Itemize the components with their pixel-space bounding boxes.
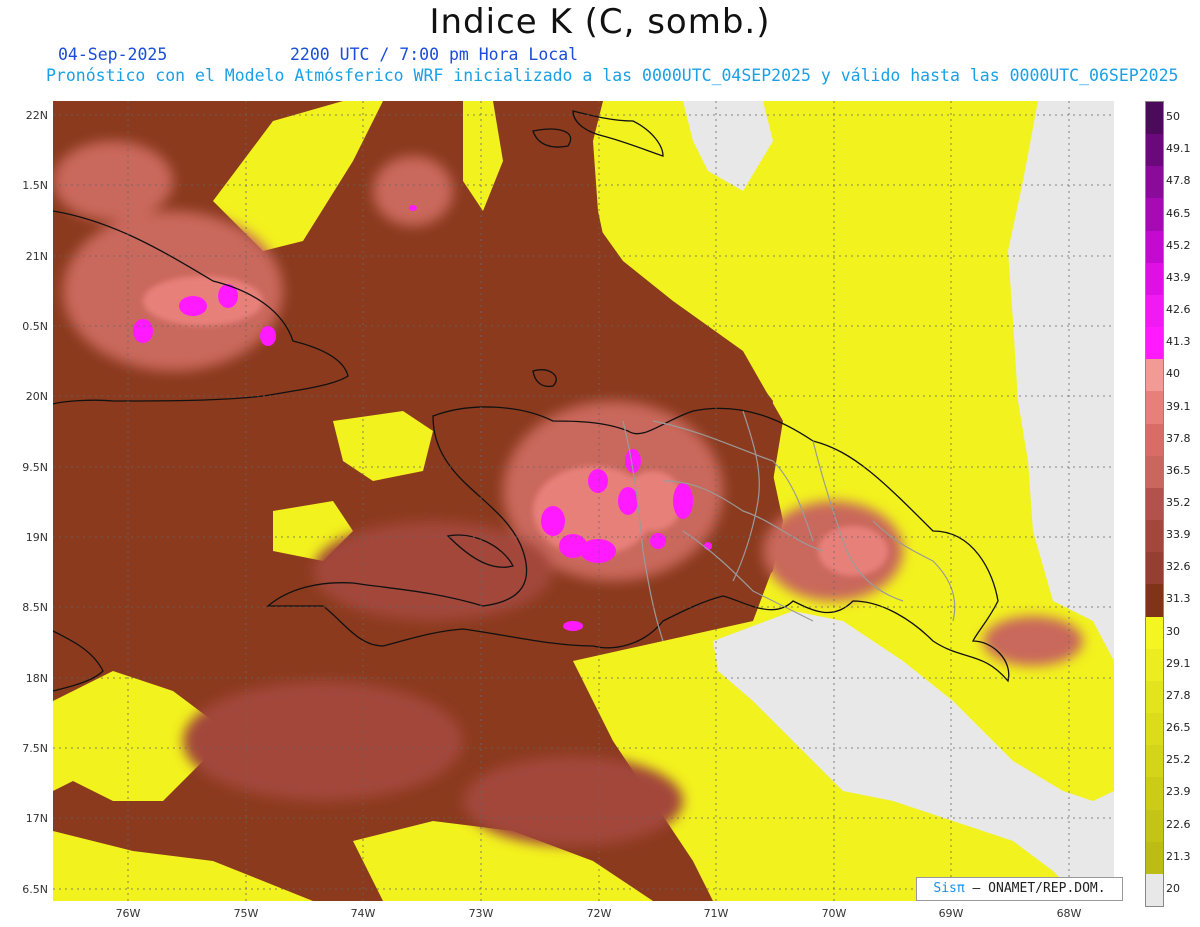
colorbar-segment [1146, 777, 1163, 811]
colorbar-segment [1146, 680, 1163, 714]
colorbar-label: 49.1 [1166, 142, 1191, 156]
colorbar-label: 50 [1166, 110, 1180, 124]
colorbar-label: 27.8 [1166, 688, 1191, 702]
colorbar-label: 25.2 [1166, 753, 1191, 767]
x-tick-label: 69W [938, 907, 964, 920]
colorbar-segment [1146, 713, 1163, 746]
colorbar-segment [1146, 455, 1163, 489]
colorbar-segment [1146, 327, 1163, 360]
colorbar-segment [1146, 166, 1163, 199]
colorbar-label: 20 [1166, 881, 1180, 895]
colorbar-label: 23.9 [1166, 785, 1191, 799]
colorbar-segment [1146, 134, 1163, 167]
colorbar [1145, 101, 1164, 907]
colorbar-segment [1146, 841, 1163, 875]
colorbar-segment [1146, 584, 1163, 618]
colorbar-label: 32.6 [1166, 560, 1191, 574]
colorbar-segment [1146, 198, 1163, 232]
colorbar-segment [1146, 294, 1163, 328]
colorbar-segment [1146, 230, 1163, 264]
colorbar-label: 36.5 [1166, 463, 1191, 477]
colorbar-segment [1146, 873, 1163, 907]
k-index-map [53, 101, 1114, 901]
y-tick-label: 6.5N [22, 883, 48, 896]
y-tick-label: 20N [25, 390, 48, 403]
colorbar-segment [1146, 809, 1163, 843]
colorbar-segment [1146, 552, 1163, 585]
sispi-logo: Sisπ [933, 881, 965, 896]
x-tick-label: 70W [821, 907, 847, 920]
map-title: Indice K (C, somb.) [429, 2, 771, 42]
y-tick-label: 21N [25, 250, 48, 263]
colorbar-label: 43.9 [1166, 270, 1191, 284]
colorbar-label: 31.3 [1166, 592, 1191, 606]
colorbar-segment [1146, 745, 1163, 778]
y-tick-label: 7.5N [22, 742, 48, 755]
credit-box: Sisπ – ONAMET/REP.DOM. [916, 877, 1123, 901]
colorbar-segment [1146, 487, 1163, 521]
y-tick-label: 17N [25, 812, 48, 825]
colorbar-segment [1146, 648, 1163, 682]
x-tick-label: 73W [468, 907, 494, 920]
x-tick-label: 74W [350, 907, 376, 920]
colorbar-label: 33.9 [1166, 528, 1191, 542]
colorbar-segment [1146, 391, 1163, 425]
y-tick-label: 19N [25, 531, 48, 544]
x-tick-label: 72W [586, 907, 612, 920]
y-tick-label: 9.5N [22, 461, 48, 474]
colorbar-segment [1146, 359, 1163, 392]
colorbar-segment [1146, 616, 1163, 650]
x-tick-label: 76W [115, 907, 141, 920]
colorbar-label: 42.6 [1166, 303, 1191, 317]
x-tick-label: 71W [703, 907, 729, 920]
colorbar-label: 26.5 [1166, 721, 1191, 735]
forecast-time: 2200 UTC / 7:00 pm Hora Local [290, 45, 579, 64]
colorbar-label: 45.2 [1166, 238, 1191, 252]
y-tick-label: 8.5N [22, 601, 48, 614]
colorbar-label: 30 [1166, 624, 1180, 638]
y-tick-label: 0.5N [22, 320, 48, 333]
colorbar-segment [1146, 423, 1163, 457]
colorbar-label: 35.2 [1166, 496, 1191, 509]
x-tick-label: 75W [233, 907, 259, 920]
forecast-date: 04-Sep-2025 [58, 45, 168, 64]
model-description: Pronóstico con el Modelo Atmósferico WRF… [46, 66, 1179, 85]
map-canvas [53, 101, 1114, 901]
colorbar-label: 41.3 [1166, 335, 1191, 349]
colorbar-label: 22.6 [1166, 817, 1191, 831]
colorbar-label: 29.1 [1166, 656, 1191, 670]
colorbar-label: 47.8 [1166, 174, 1191, 188]
y-tick-label: 1.5N [22, 179, 48, 192]
y-tick-label: 18N [25, 672, 48, 685]
x-tick-label: 68W [1056, 907, 1082, 920]
colorbar-label: 37.8 [1166, 431, 1191, 445]
colorbar-segment [1146, 102, 1163, 135]
colorbar-segment [1146, 262, 1163, 296]
colorbar-label: 46.5 [1166, 206, 1191, 220]
colorbar-label: 39.1 [1166, 399, 1191, 413]
y-tick-label: 22N [25, 109, 48, 122]
colorbar-label: 21.3 [1166, 849, 1191, 863]
colorbar-segment [1146, 520, 1163, 553]
colorbar-label: 40 [1166, 367, 1180, 381]
credit-text: – ONAMET/REP.DOM. [964, 881, 1106, 896]
